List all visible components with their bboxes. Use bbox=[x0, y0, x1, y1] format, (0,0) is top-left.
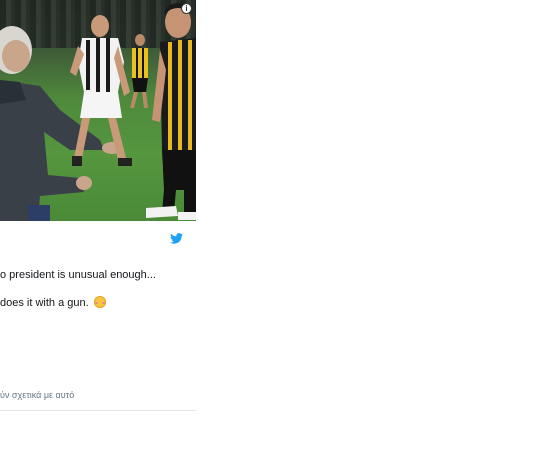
embedded-tweet-card: 5 i o president is unusual enough... doe… bbox=[0, 0, 196, 462]
info-icon[interactable]: i bbox=[181, 3, 192, 14]
divider bbox=[0, 410, 196, 411]
tweet-text-line-1: o president is unusual enough... bbox=[0, 269, 156, 281]
related-content-link[interactable]: ύν σχετικά με αυτό bbox=[0, 390, 74, 400]
players-illustration: 5 bbox=[0, 3, 196, 221]
flushed-face-emoji-icon bbox=[93, 296, 106, 308]
tweet-text-line-2-text: does it with a gun. bbox=[0, 297, 89, 309]
twitter-bird-icon[interactable] bbox=[170, 233, 183, 244]
tweet-text-line-2: does it with a gun. bbox=[0, 296, 106, 310]
tweet-photo[interactable]: 5 i bbox=[0, 0, 196, 221]
